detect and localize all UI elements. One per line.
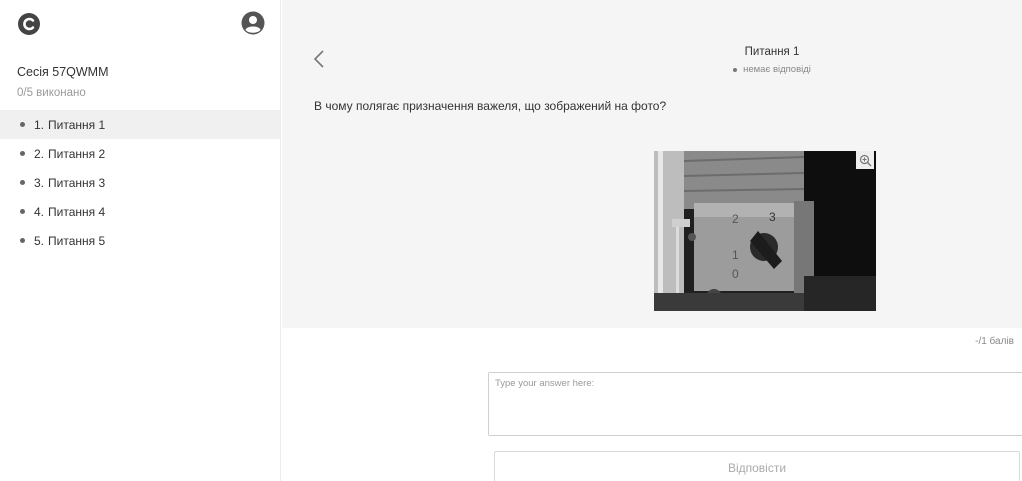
- question-panel: Питання 1 немає відповіді В чому полягає…: [282, 0, 1022, 328]
- sidebar-item-label: Питання 3: [48, 175, 106, 190]
- submit-answer-button[interactable]: Відповісти: [494, 451, 1020, 481]
- status-dot: [20, 122, 25, 127]
- question-number: 5.: [34, 233, 45, 248]
- sidebar-item-label: Питання 1: [48, 117, 106, 132]
- answer-status-text: немає відповіді: [743, 64, 811, 75]
- machine-lever-photo: 2 3 1 0: [654, 151, 876, 311]
- question-list: 1. Питання 1 2. Питання 2 3. Питання 3 4…: [0, 110, 280, 255]
- classtime-logo-icon[interactable]: [17, 12, 41, 36]
- status-dot: [20, 151, 25, 156]
- progress-text: 0/5 виконано: [17, 87, 86, 99]
- sidebar-item-question-1[interactable]: 1. Питання 1: [0, 110, 280, 139]
- sidebar-item-question-4[interactable]: 4. Питання 4: [0, 197, 280, 226]
- question-number: 2.: [34, 146, 45, 161]
- status-dot: [20, 209, 25, 214]
- sidebar-item-question-3[interactable]: 3. Питання 3: [0, 168, 280, 197]
- account-icon[interactable]: [240, 10, 266, 36]
- chevron-left-icon[interactable]: [312, 48, 326, 70]
- svg-text:2: 2: [732, 212, 739, 226]
- status-dot: [733, 67, 738, 72]
- answer-status: немає відповіді: [672, 64, 872, 75]
- svg-text:0: 0: [732, 267, 739, 281]
- sidebar-item-question-5[interactable]: 5. Питання 5: [0, 226, 280, 255]
- question-text: В чому полягає призначення важеля, що зо…: [314, 99, 667, 113]
- points-indicator: -/1 балів: [975, 336, 1014, 347]
- main-content: Питання 1 немає відповіді В чому полягає…: [282, 0, 1022, 481]
- question-number: 1.: [34, 117, 45, 132]
- question-number: 4.: [34, 204, 45, 219]
- zoom-in-icon[interactable]: [856, 151, 874, 169]
- svg-text:3: 3: [769, 210, 776, 224]
- status-dot: [20, 238, 25, 243]
- question-number: 3.: [34, 175, 45, 190]
- svg-text:1: 1: [732, 248, 739, 262]
- sidebar-item-label: Питання 2: [48, 146, 106, 161]
- sidebar: Сесія 57QWMM 0/5 виконано 1. Питання 1 2…: [0, 0, 281, 481]
- sidebar-item-label: Питання 5: [48, 233, 106, 248]
- answer-input[interactable]: [488, 372, 1022, 436]
- status-dot: [20, 180, 25, 185]
- sidebar-item-question-2[interactable]: 2. Питання 2: [0, 139, 280, 168]
- question-photo[interactable]: 2 3 1 0: [654, 151, 876, 311]
- sidebar-item-label: Питання 4: [48, 204, 106, 219]
- session-title: Сесія 57QWMM: [17, 65, 109, 79]
- question-title: Питання 1: [744, 46, 800, 58]
